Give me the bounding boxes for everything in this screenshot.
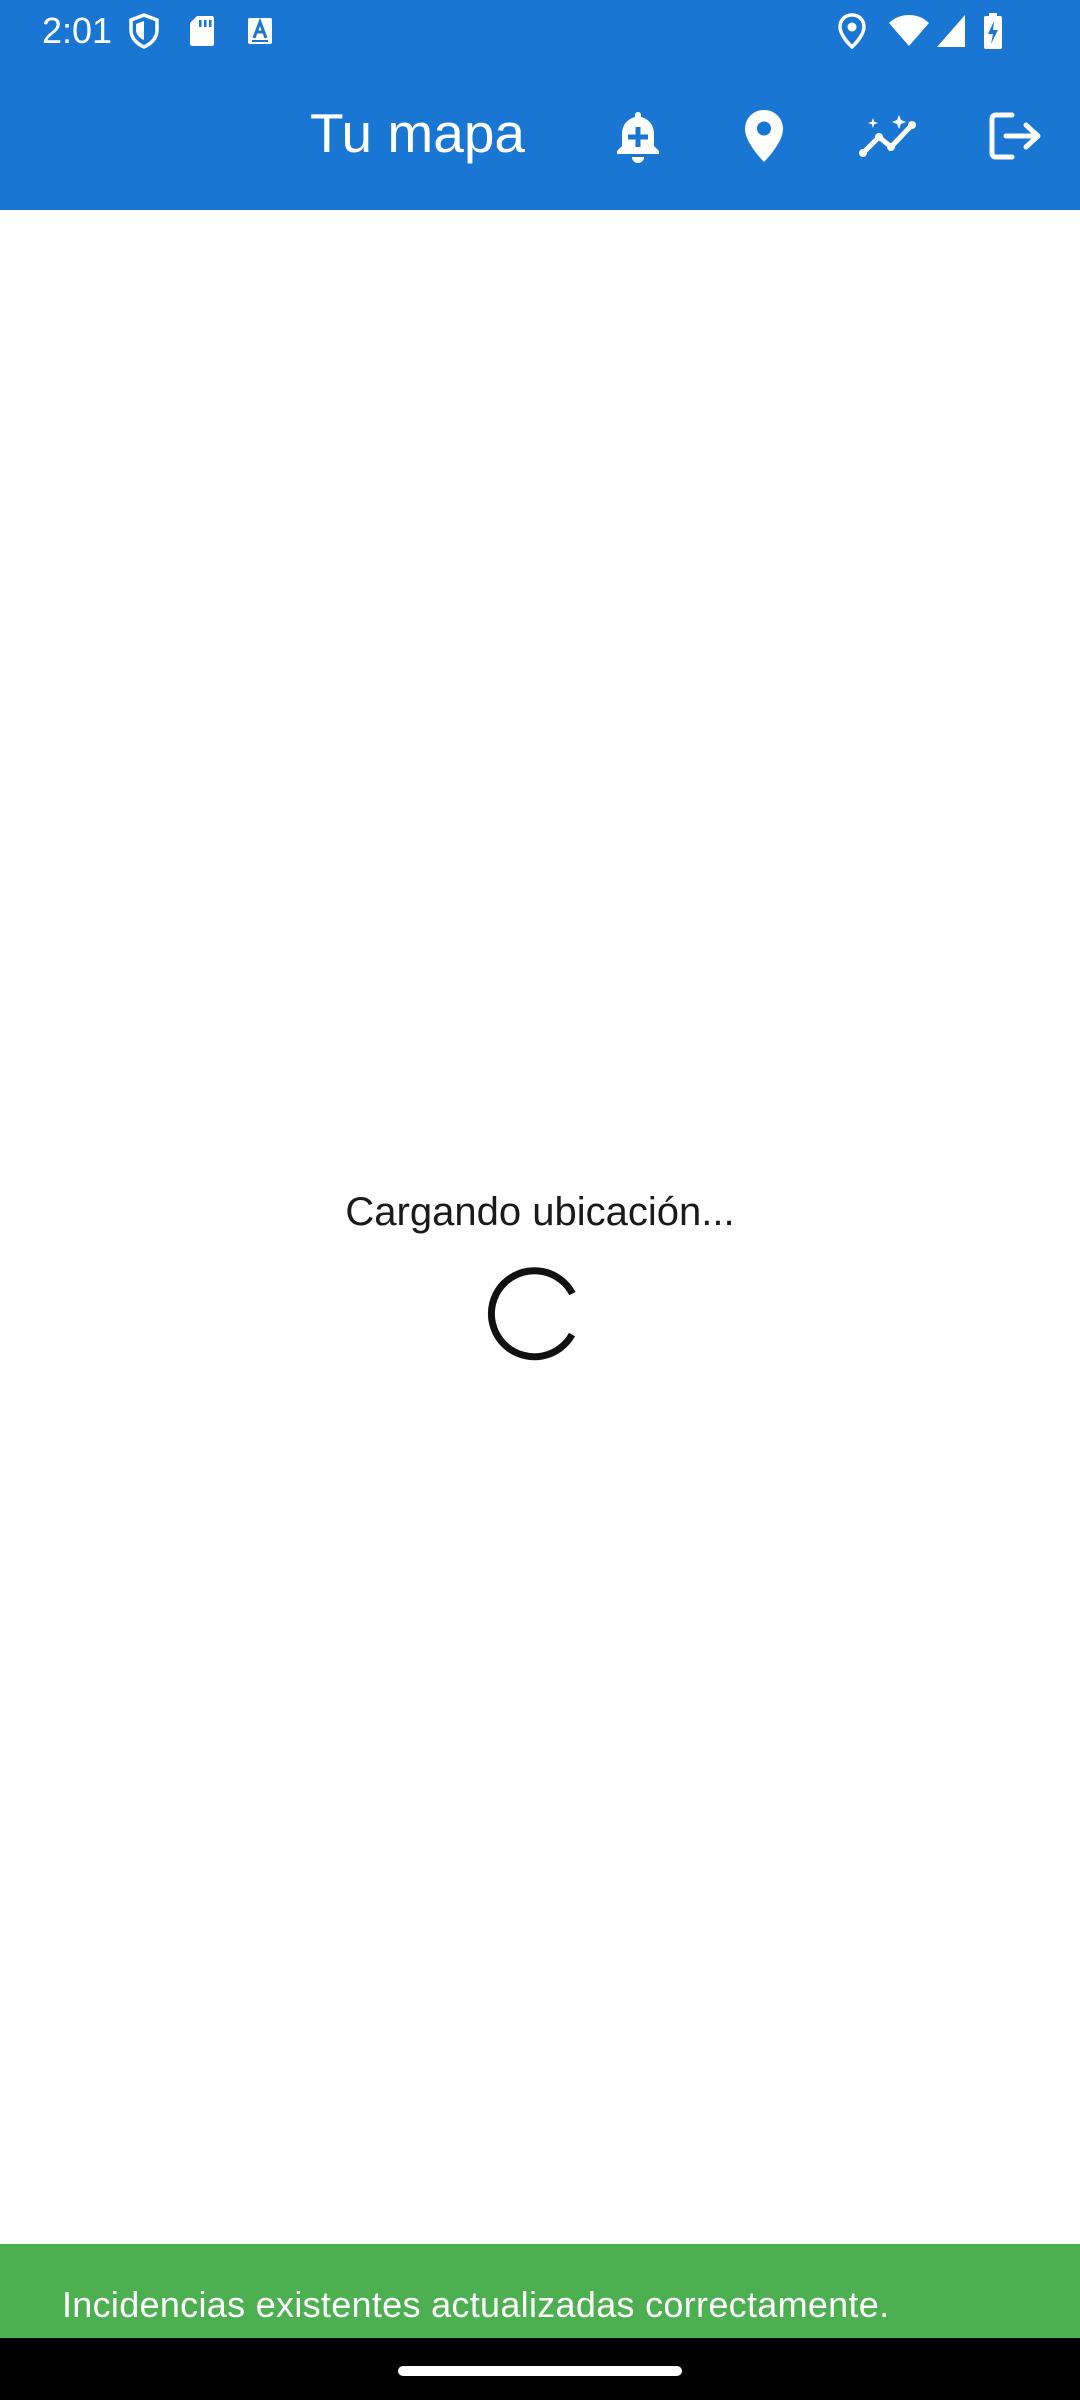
notification-add-icon <box>617 112 659 163</box>
status-bar: 2:01 <box>0 0 1080 63</box>
sd-card-icon <box>187 12 217 50</box>
keyboard-a-icon <box>245 12 275 50</box>
snackbar: Incidencias existentes actualizadas corr… <box>0 2244 1080 2338</box>
location-pin-icon <box>745 110 783 162</box>
insights-icon <box>859 115 916 157</box>
wifi-icon <box>887 12 931 50</box>
status-time: 2:01 <box>42 10 113 51</box>
insights-button[interactable] <box>850 96 930 176</box>
add-alert-button[interactable] <box>598 96 678 176</box>
snackbar-message: Incidencias existentes actualizadas corr… <box>62 2284 890 2325</box>
progress-spinner-icon <box>487 1267 576 1361</box>
location-icon <box>835 12 869 50</box>
battery-charging-icon <box>981 12 1005 50</box>
signal-icon <box>936 12 966 50</box>
page-title: Tu mapa <box>310 102 526 164</box>
logout-button[interactable] <box>976 96 1056 176</box>
navigation-bar <box>0 2338 1080 2400</box>
location-button[interactable] <box>724 96 804 176</box>
screen: 2:01 Tu mapa Cargando ubicación... Incid… <box>0 0 1080 2400</box>
logout-icon <box>989 112 1041 160</box>
gesture-handle[interactable] <box>398 2366 682 2376</box>
shield-icon <box>126 12 162 50</box>
app-bar: Tu mapa <box>0 63 1080 210</box>
loading-text: Cargando ubicación... <box>345 1190 735 1234</box>
